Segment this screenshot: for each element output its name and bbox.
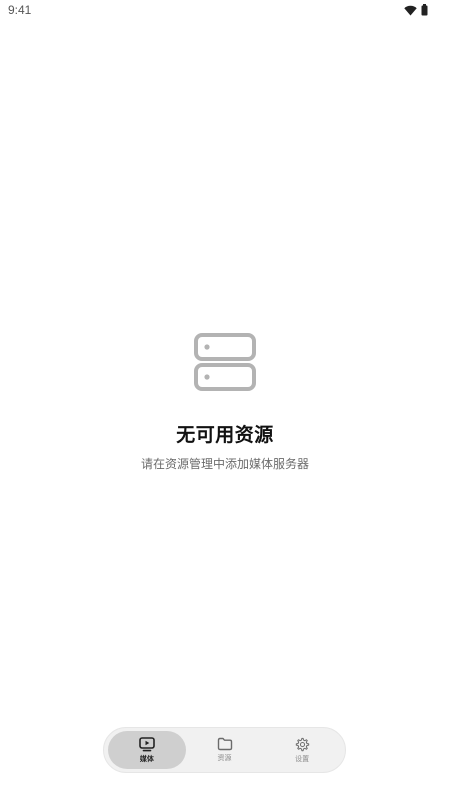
gear-icon <box>295 737 309 751</box>
wifi-icon <box>404 5 417 15</box>
tv-play-icon <box>139 736 155 751</box>
empty-title: 无可用资源 <box>176 424 274 446</box>
nav-label-media: 媒体 <box>139 754 154 763</box>
bottom-nav: 媒体 资源 设置 <box>103 727 346 773</box>
folder-icon <box>217 737 232 751</box>
server-icon <box>194 333 256 391</box>
nav-tab-settings[interactable]: 设置 <box>263 731 341 769</box>
nav-tab-resources[interactable]: 资源 <box>186 731 264 769</box>
empty-subtitle: 请在资源管理中添加媒体服务器 <box>140 457 309 471</box>
status-icons <box>404 4 428 16</box>
status-bar: 9:41 <box>0 0 450 22</box>
nav-tab-media[interactable]: 媒体 <box>108 731 186 769</box>
nav-label-settings: 设置 <box>295 754 310 763</box>
nav-label-resources: 资源 <box>217 754 232 762</box>
status-time: 9:41 <box>8 3 32 17</box>
battery-icon <box>421 4 428 16</box>
empty-state: 无可用资源 请在资源管理中添加媒体服务器 <box>0 330 450 472</box>
